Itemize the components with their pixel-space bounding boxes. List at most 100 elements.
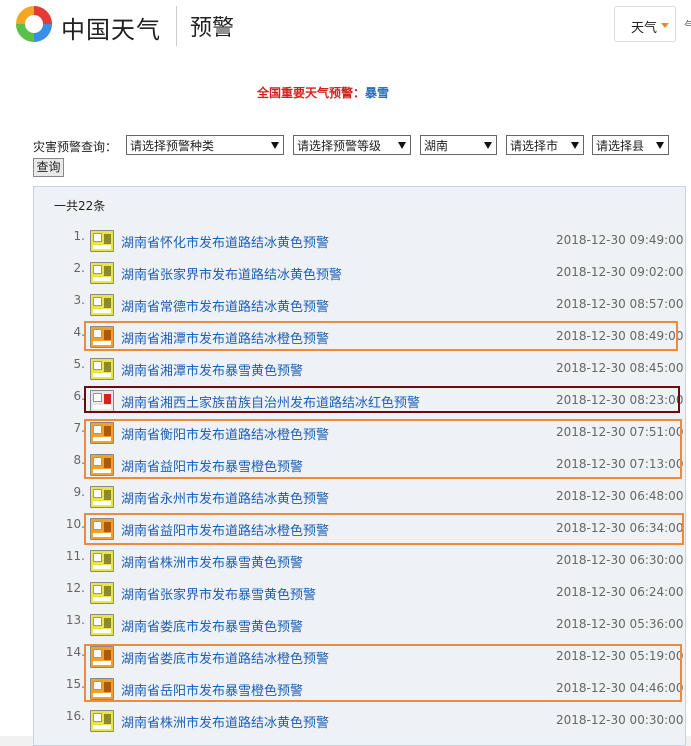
warning-title-link[interactable]: 湖南省永州市发布道路结冰黄色预警 — [121, 488, 329, 507]
warning-list-item[interactable]: 11. 湖南省株洲市发布暴雪黄色预警 2018-12-30 06:30:00 — [0, 546, 691, 578]
warning-title-link[interactable]: 湖南省益阳市发布道路结冰橙色预警 — [121, 520, 329, 539]
orange-warning-icon — [90, 422, 114, 444]
yellow-warning-icon — [90, 710, 114, 732]
national-alert-ticker[interactable]: 全国重要天气预警：暴雪 — [257, 84, 389, 101]
weather-category-select[interactable]: 天气 — [614, 6, 676, 42]
warning-time: 2018-12-30 00:30:00 — [556, 713, 684, 727]
header-divider — [176, 6, 177, 46]
item-number: 2. — [73, 261, 85, 275]
item-number: 7. — [73, 421, 85, 435]
warning-title-link[interactable]: 湖南省娄底市发布暴雪黄色预警 — [121, 616, 303, 635]
dropdown-arrow-icon — [484, 142, 492, 149]
warning-time: 2018-12-30 07:51:00 — [556, 425, 684, 439]
warning-list-item[interactable]: 9. 湖南省永州市发布道路结冰黄色预警 2018-12-30 06:48:00 — [0, 482, 691, 514]
result-count: 一共22条 — [54, 199, 106, 213]
warning-list-item[interactable]: 1. 湖南省怀化市发布道路结冰黄色预警 2018-12-30 09:49:00 — [0, 226, 691, 258]
item-number: 6. — [73, 389, 85, 403]
item-number: 9. — [73, 485, 85, 499]
warning-time: 2018-12-30 06:30:00 — [556, 553, 684, 567]
ticker-value[interactable]: 暴雪 — [365, 86, 389, 100]
warning-time: 2018-12-30 06:34:00 — [556, 521, 684, 535]
warning-time: 2018-12-30 08:45:00 — [556, 361, 684, 375]
dropdown-arrow-icon — [571, 142, 579, 149]
dropdown-arrow-icon — [398, 142, 406, 149]
warning-title-link[interactable]: 湖南省湘潭市发布暴雪黄色预警 — [121, 360, 303, 379]
orange-warning-icon — [90, 326, 114, 348]
yellow-warning-icon — [90, 230, 114, 252]
warning-title-link[interactable]: 湖南省岳阳市发布暴雪橙色预警 — [121, 680, 303, 699]
yellow-warning-icon — [90, 582, 114, 604]
warning-time: 2018-12-30 07:13:00 — [556, 457, 684, 471]
ticker-label: 全国重要天气预警： — [257, 86, 366, 100]
item-number: 14. — [65, 645, 85, 659]
warning-time: 2018-12-30 09:02:00 — [556, 265, 684, 279]
warning-time: 2018-12-30 06:24:00 — [556, 585, 684, 599]
warning-list-item[interactable]: 8. 湖南省益阳市发布暴雪橙色预警 2018-12-30 07:13:00 — [0, 450, 691, 482]
warning-list-item[interactable]: 5. 湖南省湘潭市发布暴雪黄色预警 2018-12-30 08:45:00 — [0, 354, 691, 386]
warning-list-item[interactable]: 12. 湖南省张家界市发布暴雪黄色预警 2018-12-30 06:24:00 — [0, 578, 691, 610]
orange-warning-icon — [90, 454, 114, 476]
province-select[interactable]: 湖南 — [420, 135, 497, 155]
warning-time: 2018-12-30 05:36:00 — [556, 617, 684, 631]
page-title: 预警 — [190, 16, 235, 41]
county-value: 请选择县 — [596, 139, 645, 153]
orange-warning-icon — [90, 646, 114, 668]
warning-list-item[interactable]: 4. 湖南省湘潭市发布道路结冰橙色预警 2018-12-30 08:49:00 — [0, 322, 691, 354]
city-value: 请选择市 — [510, 139, 559, 153]
warning-title-link[interactable]: 湖南省怀化市发布道路结冰黄色预警 — [121, 232, 329, 251]
warning-title-link[interactable]: 湖南省益阳市发布暴雪橙色预警 — [121, 456, 303, 475]
item-number: 1. — [73, 229, 85, 243]
yellow-warning-icon — [90, 358, 114, 380]
weather-select-label: 天气 — [631, 21, 658, 36]
warning-list-item[interactable]: 15. 湖南省岳阳市发布暴雪橙色预警 2018-12-30 04:46:00 — [0, 674, 691, 706]
warning-type-value: 请选择预警种类 — [130, 139, 215, 153]
warning-title-link[interactable]: 湖南省娄底市发布道路结冰橙色预警 — [121, 648, 329, 667]
warning-title-link[interactable]: 湖南省株洲市发布道路结冰黄色预警 — [121, 712, 329, 731]
item-number: 8. — [73, 453, 85, 467]
yellow-warning-icon — [90, 614, 114, 636]
warning-time: 2018-12-30 08:23:00 — [556, 393, 684, 407]
warning-title-link[interactable]: 湖南省湘潭市发布道路结冰橙色预警 — [121, 328, 329, 347]
warning-title-link[interactable]: 湖南省衡阳市发布道路结冰橙色预警 — [121, 424, 329, 443]
site-header: 中国天气 预警 天气 气 — [0, 0, 691, 62]
warning-list-item[interactable]: 2. 湖南省张家界市发布道路结冰黄色预警 2018-12-30 09:02:00 — [0, 258, 691, 290]
item-number: 15. — [65, 677, 85, 691]
warning-title-link[interactable]: 湖南省湘西土家族苗族自治州发布道路结冰红色预警 — [121, 392, 420, 411]
item-number: 13. — [65, 613, 85, 627]
warning-level-select[interactable]: 请选择预警等级 — [293, 135, 411, 155]
red-warning-icon — [90, 390, 114, 412]
yellow-warning-icon — [90, 294, 114, 316]
warning-title-link[interactable]: 湖南省株洲市发布暴雪黄色预警 — [121, 552, 303, 571]
header-clipped-text: 气 — [684, 20, 691, 35]
orange-warning-icon — [90, 678, 114, 700]
dropdown-arrow-icon — [271, 142, 279, 149]
warning-list-item[interactable]: 14. 湖南省娄底市发布道路结冰橙色预警 2018-12-30 05:19:00 — [0, 642, 691, 674]
warning-list-item[interactable]: 16. 湖南省株洲市发布道路结冰黄色预警 2018-12-30 00:30:00 — [0, 706, 691, 738]
query-button[interactable]: 查询 — [33, 158, 64, 177]
query-label: 灾害预警查询： — [33, 140, 118, 154]
warning-time: 2018-12-30 08:49:00 — [556, 329, 684, 343]
logo-icon[interactable] — [14, 4, 54, 44]
county-select[interactable]: 请选择县 — [592, 135, 669, 155]
city-select[interactable]: 请选择市 — [506, 135, 584, 155]
item-number: 12. — [65, 581, 85, 595]
yellow-warning-icon — [90, 486, 114, 508]
warning-title-link[interactable]: 湖南省张家界市发布暴雪黄色预警 — [121, 584, 316, 603]
warning-level-value: 请选择预警等级 — [297, 139, 382, 153]
item-number: 4. — [73, 325, 85, 339]
dropdown-arrow-icon — [656, 142, 664, 149]
item-number: 5. — [73, 357, 85, 371]
warning-time: 2018-12-30 08:57:00 — [556, 297, 684, 311]
warning-list-item[interactable]: 13. 湖南省娄底市发布暴雪黄色预警 2018-12-30 05:36:00 — [0, 610, 691, 642]
warning-list-item[interactable]: 10. 湖南省益阳市发布道路结冰橙色预警 2018-12-30 06:34:00 — [0, 514, 691, 546]
warning-list-item[interactable]: 6. 湖南省湘西土家族苗族自治州发布道路结冰红色预警 2018-12-30 08:2… — [0, 386, 691, 418]
warning-title-link[interactable]: 湖南省常德市发布道路结冰黄色预警 — [121, 296, 329, 315]
warning-list-item[interactable]: 3. 湖南省常德市发布道路结冰黄色预警 2018-12-30 08:57:00 — [0, 290, 691, 322]
brand-name[interactable]: 中国天气 — [61, 10, 161, 45]
warning-type-select[interactable]: 请选择预警种类 — [126, 135, 284, 155]
item-number: 16. — [65, 709, 85, 723]
province-value: 湖南 — [424, 139, 449, 153]
yellow-warning-icon — [90, 550, 114, 572]
warning-list-item[interactable]: 7. 湖南省衡阳市发布道路结冰橙色预警 2018-12-30 07:51:00 — [0, 418, 691, 450]
warning-title-link[interactable]: 湖南省张家界市发布道路结冰黄色预警 — [121, 264, 342, 283]
